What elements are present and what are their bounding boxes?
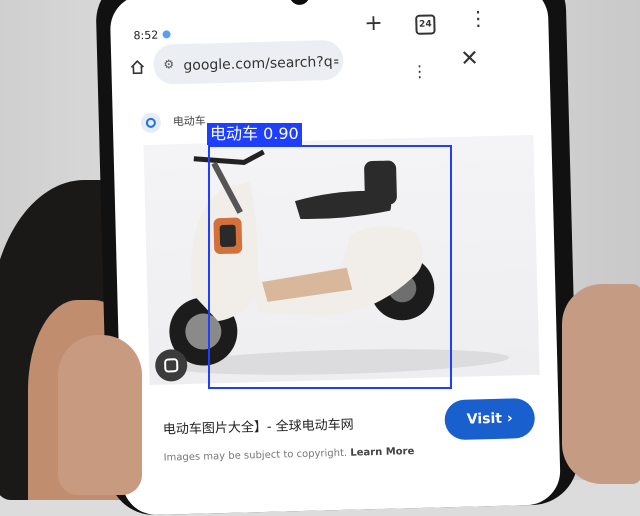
tune-icon[interactable]: ⚙ (163, 57, 174, 71)
detection-label: 电动车 0.90 (207, 123, 302, 145)
lens-icon (140, 112, 162, 134)
url-text[interactable]: google.com/search?q=目 (183, 51, 338, 75)
more-vert-icon[interactable]: ⋮ (468, 6, 489, 31)
plus-icon[interactable]: + (364, 11, 383, 36)
thumb (58, 335, 142, 495)
copyright-notice: Images may be subject to copyright. Lear… (163, 446, 415, 464)
result-title[interactable]: 电动车图片大全】- 全球电动车网 (163, 414, 354, 438)
detection-box (208, 145, 452, 389)
finger (562, 284, 640, 484)
status-time: 8:52 (133, 28, 159, 43)
learn-more-link[interactable]: Learn More (350, 446, 414, 459)
camera-cutout (289, 0, 310, 6)
visit-button[interactable]: Visit › (444, 397, 536, 441)
more-vert-icon[interactable]: ⋮ (411, 62, 427, 81)
notification-dot (162, 30, 171, 39)
close-icon[interactable]: ✕ (460, 46, 479, 71)
tabs-icon[interactable]: 24 (415, 14, 436, 35)
address-bar[interactable]: ⚙ google.com/search?q=目 (152, 39, 344, 85)
home-icon[interactable] (129, 59, 145, 75)
source-label: 电动车 (172, 114, 207, 129)
